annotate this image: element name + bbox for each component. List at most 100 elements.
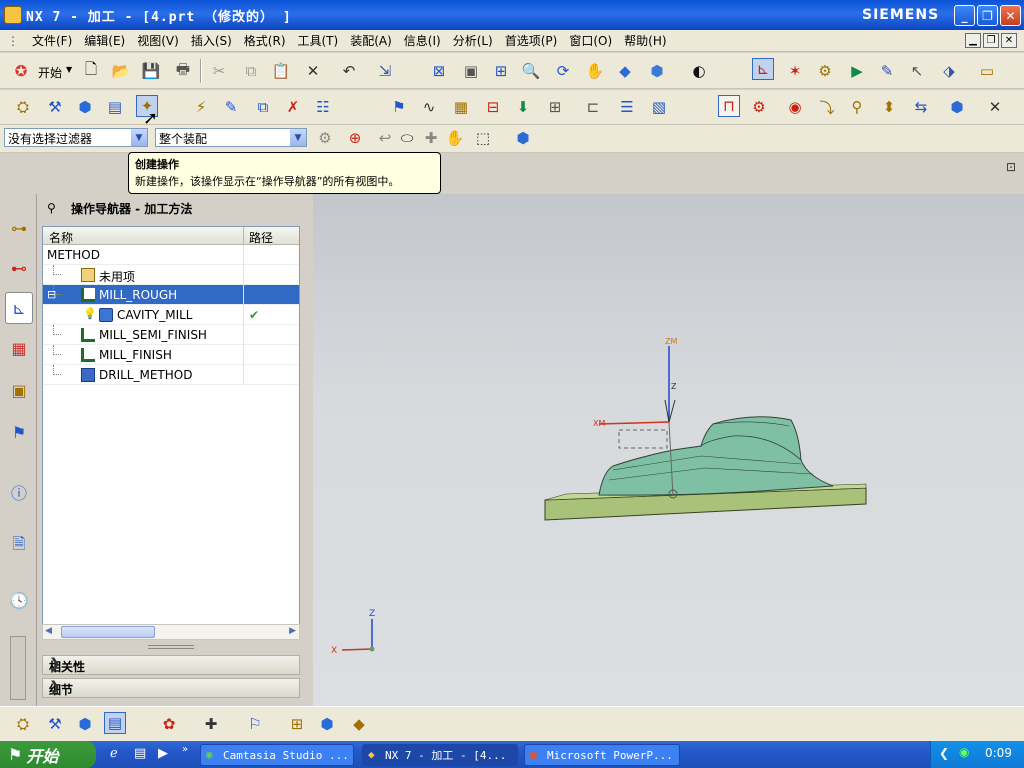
task-powerpoint[interactable]: ▣ Microsoft PowerP... bbox=[524, 744, 680, 766]
horizontal-scrollbar[interactable]: ◀ ▶ bbox=[42, 624, 300, 640]
pin-icon[interactable]: ⚲ bbox=[47, 201, 56, 215]
filter-icon[interactable]: ⚙ bbox=[314, 127, 336, 149]
cutter-icon[interactable]: ⬍ bbox=[878, 96, 900, 118]
transform-icon[interactable]: ⇆ bbox=[910, 96, 932, 118]
zoom-icon[interactable]: ⊞ bbox=[490, 60, 512, 82]
solid-icon[interactable]: ⬢ bbox=[316, 713, 338, 735]
spindle-icon[interactable]: ⚲ bbox=[846, 96, 868, 118]
select-faces-icon[interactable]: ⬭ bbox=[396, 127, 418, 149]
report-icon[interactable]: ▧ bbox=[648, 96, 670, 118]
copy-operation-icon[interactable]: ⧉ bbox=[252, 96, 274, 118]
path-icon[interactable]: ∿ bbox=[418, 96, 440, 118]
component-icon[interactable]: ⬢ bbox=[512, 127, 534, 149]
menu-tools[interactable]: 工具(T) bbox=[292, 32, 345, 49]
scroll-thumb[interactable] bbox=[61, 626, 155, 638]
feature-icon[interactable]: ✿ bbox=[158, 713, 180, 735]
print-icon[interactable]: 🖶 bbox=[172, 60, 194, 82]
shop-doc-icon[interactable]: ▦ bbox=[450, 96, 472, 118]
list-icon[interactable]: ☰ bbox=[616, 96, 638, 118]
simulate-icon[interactable]: ◉ bbox=[784, 96, 806, 118]
maximize-button[interactable]: ❐ bbox=[977, 5, 998, 26]
tree-row[interactable]: MILL_FINISH bbox=[43, 345, 299, 365]
column-name-header[interactable]: 名称 bbox=[49, 229, 73, 246]
cut-icon[interactable]: ✂ bbox=[208, 60, 230, 82]
task-camtasia[interactable]: ◉ Camtasia Studio ... bbox=[200, 744, 354, 766]
web-browser-icon[interactable]: 🗎 bbox=[5, 530, 33, 562]
edit-icon[interactable]: ✎ bbox=[876, 60, 898, 82]
menu-edit[interactable]: 编辑(E) bbox=[78, 32, 131, 49]
zoom-window-icon[interactable]: ▣ bbox=[460, 60, 482, 82]
graphics-viewport[interactable]: ZM XM Z Z X bbox=[313, 194, 1024, 706]
minimize-button[interactable]: _ bbox=[954, 5, 975, 26]
create-method-icon[interactable]: ▤ bbox=[104, 712, 126, 734]
reuse-library-icon[interactable]: ▣ bbox=[5, 374, 33, 406]
start-button[interactable]: ⚑ 开始 bbox=[0, 741, 96, 768]
menu-format[interactable]: 格式(R) bbox=[238, 32, 292, 49]
layout-icon[interactable]: ⊞ bbox=[544, 96, 566, 118]
history-icon[interactable]: 🕓 bbox=[5, 584, 33, 616]
tree-row[interactable]: 💡 CAVITY_MILL ✔ bbox=[43, 305, 299, 325]
shape-icon[interactable]: ◆ bbox=[348, 713, 370, 735]
cancel-icon[interactable]: ✕ bbox=[984, 96, 1006, 118]
wcs-icon[interactable]: ⊾ bbox=[752, 58, 774, 80]
crosshair-icon[interactable]: ✚ bbox=[200, 713, 222, 735]
delete-icon[interactable]: ✕ bbox=[302, 60, 324, 82]
constraint-navigator-icon[interactable]: ⊷ bbox=[5, 252, 33, 284]
ruler-icon[interactable]: ▭ bbox=[976, 60, 998, 82]
explorer-icon[interactable]: ▤ bbox=[134, 746, 146, 761]
copy-icon[interactable]: ⧉ bbox=[240, 60, 262, 82]
hand-icon[interactable]: ✋ bbox=[444, 127, 466, 149]
chevron-down-icon[interactable]: ▼ bbox=[66, 65, 72, 74]
tree-row[interactable]: 未用项 bbox=[43, 265, 299, 285]
collapse-toggle-icon[interactable]: ⊟ bbox=[47, 288, 56, 301]
path-display-icon[interactable]: ⊓ bbox=[718, 95, 740, 117]
chevron-down-icon[interactable]: ❯ bbox=[49, 679, 295, 695]
process-icon[interactable]: ⚑ bbox=[5, 416, 33, 448]
start-icon[interactable]: ✪ bbox=[10, 60, 32, 82]
output-icon[interactable]: ⬇ bbox=[512, 96, 534, 118]
mdi-minimize-button[interactable]: ▁ bbox=[965, 33, 981, 48]
create-program-icon[interactable]: ⛭ bbox=[12, 713, 34, 735]
marquee-icon[interactable]: ⬚ bbox=[472, 127, 494, 149]
save-icon[interactable]: 💾 bbox=[140, 60, 162, 82]
play-icon[interactable]: ▶ bbox=[846, 60, 868, 82]
scroll-right-icon[interactable]: ▶ bbox=[289, 626, 296, 636]
method-view-icon[interactable]: ▤ bbox=[104, 96, 126, 118]
ie-icon[interactable]: ℯ bbox=[110, 746, 118, 761]
postprocess-icon[interactable]: ⊟ bbox=[482, 96, 504, 118]
rotate-icon[interactable]: ⟳ bbox=[552, 60, 574, 82]
start-menu-button[interactable]: 开始 bbox=[38, 64, 62, 81]
chevron-down-icon[interactable]: ▼ bbox=[131, 129, 147, 146]
chevron-down-icon[interactable]: ▼ bbox=[290, 129, 306, 146]
delete-operation-icon[interactable]: ✗ bbox=[282, 96, 304, 118]
dependencies-section[interactable]: 相关性 ❯ bbox=[42, 655, 300, 675]
blank-icon[interactable]: ⬢ bbox=[946, 96, 968, 118]
flag-icon[interactable]: ⚐ bbox=[244, 713, 266, 735]
mdi-close-button[interactable]: ✕ bbox=[1001, 33, 1017, 48]
create-geometry-icon[interactable]: ⬢ bbox=[74, 713, 96, 735]
select-icon[interactable]: ↖ bbox=[906, 60, 928, 82]
zoom-in-icon[interactable]: 🔍 bbox=[520, 60, 542, 82]
pan-icon[interactable]: ✋ bbox=[584, 60, 606, 82]
snap-icon[interactable]: ⬗ bbox=[938, 60, 960, 82]
new-file-icon[interactable]: 🗋 bbox=[80, 60, 102, 82]
menu-view[interactable]: 视图(V) bbox=[131, 32, 185, 49]
fit-view-icon[interactable]: ⊠ bbox=[428, 60, 450, 82]
tree-row[interactable]: METHOD bbox=[43, 245, 299, 265]
assembly-scope-dropdown[interactable]: 整个装配 ▼ bbox=[155, 128, 307, 147]
resource-scroll[interactable] bbox=[10, 636, 26, 700]
tray-collapse-icon[interactable]: ❮ bbox=[939, 746, 949, 760]
menu-assembly[interactable]: 装配(A) bbox=[344, 32, 398, 49]
details-section[interactable]: 细节 ❯ bbox=[42, 678, 300, 698]
operation-navigator-icon[interactable]: ⊾ bbox=[5, 292, 33, 324]
column-path-header[interactable]: 路径 bbox=[249, 229, 273, 246]
fullscreen-icon[interactable]: ⊡ bbox=[1000, 156, 1022, 178]
edge-shaded-icon[interactable]: ◐ bbox=[688, 60, 710, 82]
paste-icon[interactable]: 📋 bbox=[270, 60, 292, 82]
undo-icon[interactable]: ↶ bbox=[338, 60, 360, 82]
clock[interactable]: 0:09 bbox=[985, 746, 1012, 760]
menu-info[interactable]: 信息(I) bbox=[398, 32, 447, 49]
quicklaunch-chevron-icon[interactable]: » bbox=[182, 744, 188, 755]
menu-analysis[interactable]: 分析(L) bbox=[447, 32, 499, 49]
mdi-restore-button[interactable]: ❐ bbox=[983, 33, 999, 48]
